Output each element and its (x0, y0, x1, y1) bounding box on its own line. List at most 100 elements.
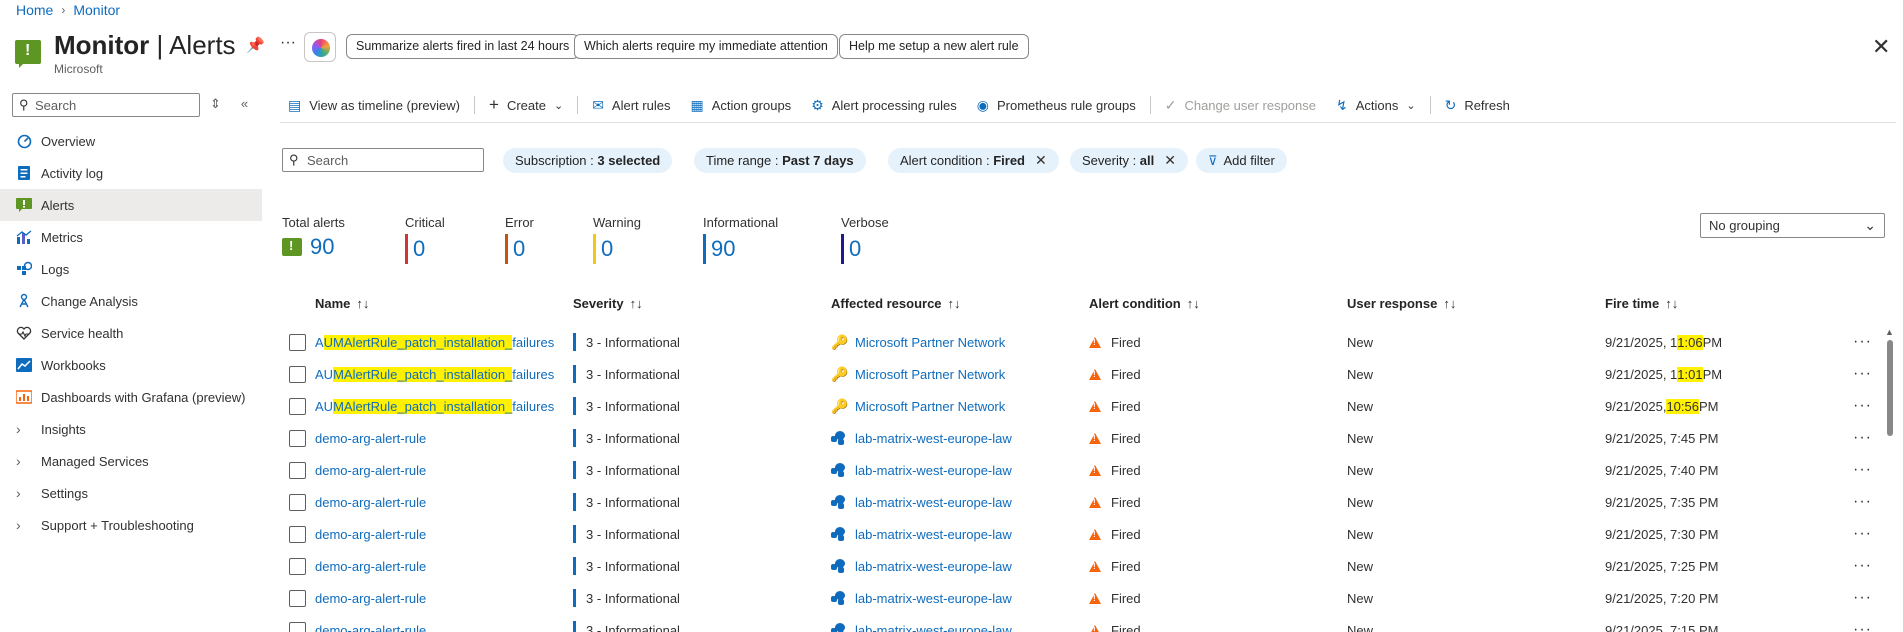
sidebar-item-settings[interactable]: › Settings (0, 477, 262, 509)
filter-severity[interactable]: Severity : all ✕ (1070, 148, 1188, 173)
row-more-icon[interactable]: ··· (1853, 550, 1872, 582)
affected-resource-cell[interactable]: lab-matrix-west-europe-law (831, 422, 1012, 454)
breadcrumb-monitor[interactable]: Monitor (73, 2, 120, 18)
summary-error[interactable]: Error 0 (505, 215, 534, 264)
affected-resource-cell[interactable]: 🔑 Microsoft Partner Network (831, 390, 1005, 422)
row-more-icon[interactable]: ··· (1853, 486, 1872, 518)
affected-resource-link[interactable]: lab-matrix-west-europe-law (855, 623, 1012, 632)
affected-resource-link[interactable]: lab-matrix-west-europe-law (855, 559, 1012, 574)
affected-resource-cell[interactable]: 🔑 Microsoft Partner Network (831, 326, 1005, 358)
row-checkbox[interactable] (289, 462, 306, 479)
row-checkbox[interactable] (289, 526, 306, 543)
pin-icon[interactable]: 📌 (246, 36, 265, 54)
row-checkbox[interactable] (289, 334, 306, 351)
alert-name-link[interactable]: AUMAlertRule_patch_installation_failures (315, 326, 554, 358)
expand-collapse-icon[interactable]: ⇕ (210, 96, 221, 112)
sidebar-item-workbooks[interactable]: Workbooks (0, 349, 262, 381)
affected-resource-cell[interactable]: lab-matrix-west-europe-law (831, 518, 1012, 550)
affected-resource-cell[interactable]: 🔑 Microsoft Partner Network (831, 358, 1005, 390)
alerts-search-input[interactable] (307, 151, 477, 169)
column-header-fire-time[interactable]: Fire time ↑↓ (1605, 296, 1678, 311)
actions-button[interactable]: ↯ Actions ⌄ (1326, 97, 1426, 114)
row-more-icon[interactable]: ··· (1853, 454, 1872, 486)
alert-name-link[interactable]: demo-arg-alert-rule (315, 422, 426, 454)
table-row[interactable]: AUMAlertRule_patch_installation_failures… (282, 326, 1882, 358)
close-icon[interactable]: ✕ (1872, 34, 1890, 60)
column-header-alert-condition[interactable]: Alert condition ↑↓ (1089, 296, 1200, 311)
prometheus-rule-groups-button[interactable]: ◉ Prometheus rule groups (967, 97, 1146, 114)
change-user-response-button[interactable]: ✓ Change user response (1155, 97, 1326, 114)
sidebar-item-change-analysis[interactable]: Change Analysis (0, 285, 262, 317)
row-checkbox[interactable] (289, 366, 306, 383)
column-header-severity[interactable]: Severity ↑↓ (573, 296, 643, 311)
summary-warning[interactable]: Warning 0 (593, 215, 641, 264)
row-more-icon[interactable]: ··· (1853, 326, 1872, 358)
alerts-search[interactable]: ⚲ (282, 148, 484, 172)
alert-name-link[interactable]: AUMAlertRule_patch_installation_failures (315, 358, 554, 390)
table-row[interactable]: demo-arg-alert-rule 3 - Informational lab-… (282, 582, 1882, 614)
copilot-prompt-setup-rule[interactable]: Help me setup a new alert rule (839, 34, 1029, 59)
scrollbar-thumb[interactable] (1887, 340, 1893, 436)
copilot-prompt-attention[interactable]: Which alerts require my immediate attent… (574, 34, 838, 59)
sidebar-item-managed-services[interactable]: › Managed Services (0, 445, 262, 477)
summary-informational[interactable]: Informational 90 (703, 215, 778, 264)
grouping-dropdown[interactable]: No grouping ⌄ (1700, 213, 1885, 238)
sidebar-item-alerts[interactable]: Alerts (0, 189, 262, 221)
filter-time-range[interactable]: Time range : Past 7 days (694, 148, 866, 173)
sidebar-item-activity-log[interactable]: Activity log (0, 157, 262, 189)
table-row[interactable]: demo-arg-alert-rule 3 - Informational lab-… (282, 550, 1882, 582)
summary-critical[interactable]: Critical 0 (405, 215, 445, 264)
affected-resource-link[interactable]: lab-matrix-west-europe-law (855, 495, 1012, 510)
more-options-icon[interactable]: ··· (280, 34, 296, 52)
add-filter-button[interactable]: ⊽ Add filter (1196, 148, 1287, 173)
row-checkbox[interactable] (289, 398, 306, 415)
sidebar-item-support[interactable]: › Support + Troubleshooting (0, 509, 262, 541)
alert-rules-button[interactable]: ✉ Alert rules (582, 97, 680, 114)
sidebar-item-service-health[interactable]: Service health (0, 317, 262, 349)
row-more-icon[interactable]: ··· (1853, 582, 1872, 614)
refresh-button[interactable]: ↻ Refresh (1435, 97, 1520, 114)
affected-resource-link[interactable]: Microsoft Partner Network (855, 335, 1005, 350)
alert-name-link[interactable]: demo-arg-alert-rule (315, 582, 426, 614)
filter-subscription[interactable]: Subscription : 3 selected (503, 148, 673, 173)
remove-filter-icon[interactable]: ✕ (1164, 152, 1176, 168)
row-checkbox[interactable] (289, 558, 306, 575)
affected-resource-cell[interactable]: lab-matrix-west-europe-law (831, 550, 1012, 582)
summary-total[interactable]: Total alerts 90 (282, 215, 345, 260)
table-row[interactable]: demo-arg-alert-rule 3 - Informational lab-… (282, 518, 1882, 550)
alert-name-link[interactable]: AUMAlertRule_patch_installation_failures (315, 390, 554, 422)
row-more-icon[interactable]: ··· (1853, 390, 1872, 422)
column-header-user-response[interactable]: User response ↑↓ (1347, 296, 1456, 311)
row-checkbox[interactable] (289, 430, 306, 447)
summary-verbose[interactable]: Verbose 0 (841, 215, 889, 264)
affected-resource-cell[interactable]: lab-matrix-west-europe-law (831, 486, 1012, 518)
action-groups-button[interactable]: ▦ Action groups (680, 97, 801, 114)
alert-name-link[interactable]: demo-arg-alert-rule (315, 454, 426, 486)
sidebar-item-grafana[interactable]: Dashboards with Grafana (preview) (0, 381, 262, 413)
affected-resource-link[interactable]: lab-matrix-west-europe-law (855, 463, 1012, 478)
view-as-timeline-button[interactable]: ▤ View as timeline (preview) (280, 97, 470, 114)
table-row[interactable]: AUMAlertRule_patch_installation_failures… (282, 390, 1882, 422)
table-row[interactable]: demo-arg-alert-rule 3 - Informational lab-… (282, 422, 1882, 454)
remove-filter-icon[interactable]: ✕ (1035, 152, 1047, 168)
affected-resource-cell[interactable]: lab-matrix-west-europe-law (831, 454, 1012, 486)
row-checkbox[interactable] (289, 622, 306, 632)
sidebar-item-overview[interactable]: Overview (0, 125, 262, 157)
copilot-prompt-summarize[interactable]: Summarize alerts fired in last 24 hours (346, 34, 580, 59)
sidebar-item-logs[interactable]: Logs (0, 253, 262, 285)
column-header-affected-resource[interactable]: Affected resource ↑↓ (831, 296, 961, 311)
table-row[interactable]: demo-arg-alert-rule 3 - Informational lab-… (282, 486, 1882, 518)
table-row[interactable]: demo-arg-alert-rule 3 - Informational lab-… (282, 614, 1882, 632)
row-more-icon[interactable]: ··· (1853, 614, 1872, 632)
table-row[interactable]: AUMAlertRule_patch_installation_failures… (282, 358, 1882, 390)
row-more-icon[interactable]: ··· (1853, 518, 1872, 550)
affected-resource-link[interactable]: lab-matrix-west-europe-law (855, 591, 1012, 606)
column-header-name[interactable]: Name ↑↓ (315, 296, 369, 311)
scroll-up-icon[interactable]: ▲ (1885, 327, 1894, 337)
row-checkbox[interactable] (289, 590, 306, 607)
breadcrumb-home[interactable]: Home (16, 2, 53, 18)
table-row[interactable]: demo-arg-alert-rule 3 - Informational lab-… (282, 454, 1882, 486)
affected-resource-cell[interactable]: lab-matrix-west-europe-law (831, 582, 1012, 614)
alert-name-link[interactable]: demo-arg-alert-rule (315, 518, 426, 550)
sidebar-search-input[interactable] (35, 96, 195, 114)
